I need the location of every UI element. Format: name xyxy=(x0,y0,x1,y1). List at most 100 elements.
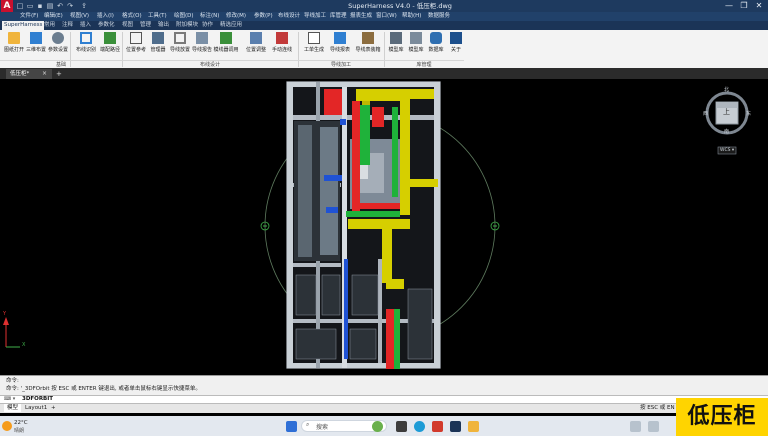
menu-data-service[interactable]: 数据服务 xyxy=(428,12,450,21)
file-explorer-icon[interactable] xyxy=(468,421,479,432)
redo-icon[interactable]: ↷ xyxy=(66,2,74,10)
tab-annotate[interactable]: 注释 xyxy=(60,21,75,30)
menu-reports[interactable]: 报表生成 xyxy=(350,12,372,21)
wps-icon[interactable] xyxy=(432,421,443,432)
viewcube-west[interactable]: 西 xyxy=(703,110,708,117)
window-title: SuperHarness V4.0 - 低压柜.dwg xyxy=(348,2,452,10)
command-input[interactable]: 3DFORBIT xyxy=(22,395,53,403)
wire-sheet-button[interactable]: 导线报表 xyxy=(328,31,352,59)
viewcube-east[interactable]: 东 xyxy=(746,110,751,117)
tab-superharness[interactable]: SuperHarness xyxy=(2,21,45,30)
viewcube-north[interactable]: 北 xyxy=(724,86,729,93)
close-tab-icon[interactable]: × xyxy=(42,69,50,79)
save-icon[interactable]: ▪ xyxy=(36,2,44,10)
menu-library[interactable]: 库管理 xyxy=(330,12,347,21)
command-line-1: 命令: xyxy=(6,378,19,384)
tab-output[interactable]: 输出 xyxy=(156,21,171,30)
route-recognize-button[interactable]: 布线识别 xyxy=(74,31,98,59)
tab-home[interactable]: 常用 xyxy=(42,21,57,30)
menu-view[interactable]: 视图(V) xyxy=(70,12,89,21)
menu-tools[interactable]: 工具(T) xyxy=(148,12,167,21)
wire-icon xyxy=(174,32,186,44)
manual-connect-button[interactable]: 手动连线 xyxy=(270,31,294,59)
gear-icon xyxy=(52,32,64,44)
open-drawing-button[interactable]: 图纸打开 xyxy=(2,31,26,59)
menu-window[interactable]: 窗口(W) xyxy=(376,12,397,21)
tab-parametric[interactable]: 参数化 xyxy=(96,21,117,30)
document-tab-bar xyxy=(0,68,768,79)
place-wire-button[interactable]: 导线放置 xyxy=(168,31,192,59)
work-order-button[interactable]: 工单生成 xyxy=(302,31,326,59)
wcs-menu[interactable]: WCS ▾ xyxy=(720,148,734,153)
menu-dimension[interactable]: 标注(N) xyxy=(200,12,219,21)
sun-icon[interactable] xyxy=(2,421,12,431)
new-icon[interactable]: □ xyxy=(16,2,24,10)
maximize-button[interactable]: ❐ xyxy=(737,0,751,12)
wire-report-button[interactable]: 导线报告 xyxy=(190,31,214,59)
tab-model[interactable]: 模型 xyxy=(4,404,22,412)
tray-icon[interactable] xyxy=(630,421,641,432)
connect-icon xyxy=(276,32,288,44)
harness-call-button[interactable]: 模线器调用 xyxy=(213,31,239,59)
task-view-icon[interactable] xyxy=(396,421,407,432)
route-icon xyxy=(80,32,92,44)
drawing-canvas[interactable] xyxy=(0,79,768,375)
tab-addins[interactable]: 附加模块 xyxy=(174,21,200,30)
tab-layout1[interactable]: Layout1 xyxy=(22,404,50,412)
network-icon[interactable] xyxy=(648,421,659,432)
terminal-path-button[interactable]: 端配路径 xyxy=(98,31,122,59)
menu-insert[interactable]: 插入(I) xyxy=(97,12,114,21)
menu-parameters[interactable]: 参数(P) xyxy=(254,12,273,21)
position-adjust-button[interactable]: 位置调整 xyxy=(244,31,268,59)
close-button[interactable]: ✕ xyxy=(752,0,766,12)
viewcube[interactable] xyxy=(705,91,749,155)
position-reference-button[interactable]: 位置参考 xyxy=(124,31,148,59)
ucs-x-label: X xyxy=(22,342,26,348)
grid-icon xyxy=(130,32,142,44)
tab-collaborate[interactable]: 协作 xyxy=(200,21,215,30)
search-icon: ⌕ xyxy=(306,421,310,428)
viewcube-south[interactable]: 南 xyxy=(724,128,729,135)
manager-button[interactable]: 管理器 xyxy=(146,31,170,59)
superharness-taskbar-icon[interactable] xyxy=(450,421,461,432)
library-icon xyxy=(390,32,402,44)
command-line-2: 命令: '_3DFOrbit 按 ESC 或 ENTER 键退出, 或者单击鼠标… xyxy=(6,386,201,392)
tab-view[interactable]: 视图 xyxy=(120,21,135,30)
weather-desc[interactable]: 晴朗 xyxy=(14,427,24,434)
undo-icon[interactable]: ↶ xyxy=(56,2,64,10)
ucs-icon xyxy=(3,317,20,348)
menu-modify[interactable]: 修改(M) xyxy=(226,12,246,21)
menu-edit[interactable]: 编辑(E) xyxy=(44,12,63,21)
wire-box-button[interactable]: 导线表装箱 xyxy=(355,31,381,59)
menu-help[interactable]: 帮助(H) xyxy=(402,12,421,21)
document-icon xyxy=(308,32,320,44)
menu-format[interactable]: 格式(O) xyxy=(122,12,142,21)
share-icon[interactable]: ⇪ xyxy=(80,2,88,10)
3d-layout-button[interactable]: 三维布置 xyxy=(24,31,48,59)
add-tab-icon[interactable]: + xyxy=(56,69,64,79)
tab-insert[interactable]: 插入 xyxy=(78,21,93,30)
edge-icon[interactable] xyxy=(414,421,425,432)
add-layout-button[interactable]: + xyxy=(48,404,59,412)
menu-draw[interactable]: 绘图(D) xyxy=(174,12,194,21)
sheet-icon xyxy=(334,32,346,44)
tab-featured-apps[interactable]: 精选应用 xyxy=(218,21,244,30)
weather-temp[interactable]: 22°C xyxy=(14,420,28,426)
about-button[interactable]: 关于 xyxy=(444,31,468,59)
menu-file[interactable]: 文件(F) xyxy=(20,12,38,21)
settings-button[interactable]: 参数设置 xyxy=(46,31,70,59)
folder-icon xyxy=(8,32,20,44)
menu-wire-processing[interactable]: 导线加工 xyxy=(304,12,326,21)
library-icon xyxy=(410,32,422,44)
viewcube-top-label[interactable]: 上 xyxy=(723,107,730,117)
app-logo[interactable]: A xyxy=(1,0,13,12)
menu-routing-design[interactable]: 布线设计 xyxy=(278,12,300,21)
tab-manage[interactable]: 管理 xyxy=(138,21,153,30)
database-icon xyxy=(430,32,442,44)
open-icon[interactable]: ▭ xyxy=(26,2,34,10)
command-prompt-icon[interactable]: ⌨ ▾ xyxy=(4,395,15,403)
print-icon[interactable]: ▤ xyxy=(46,2,54,10)
minimize-button[interactable]: — xyxy=(722,0,736,12)
windows-start-icon[interactable] xyxy=(286,421,297,432)
widget-icon[interactable] xyxy=(372,421,383,432)
